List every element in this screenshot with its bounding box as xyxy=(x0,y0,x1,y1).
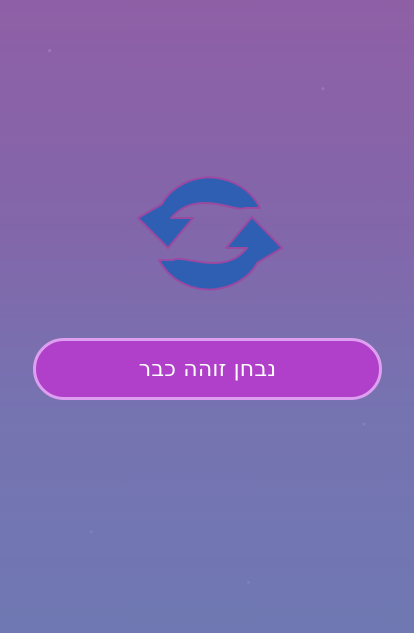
background-stars xyxy=(0,0,414,633)
already-tested-label: נבחן זוהה כבר xyxy=(138,356,277,382)
already-tested-button[interactable]: נבחן זוהה כבר xyxy=(33,338,382,400)
refresh-icon xyxy=(133,172,285,294)
